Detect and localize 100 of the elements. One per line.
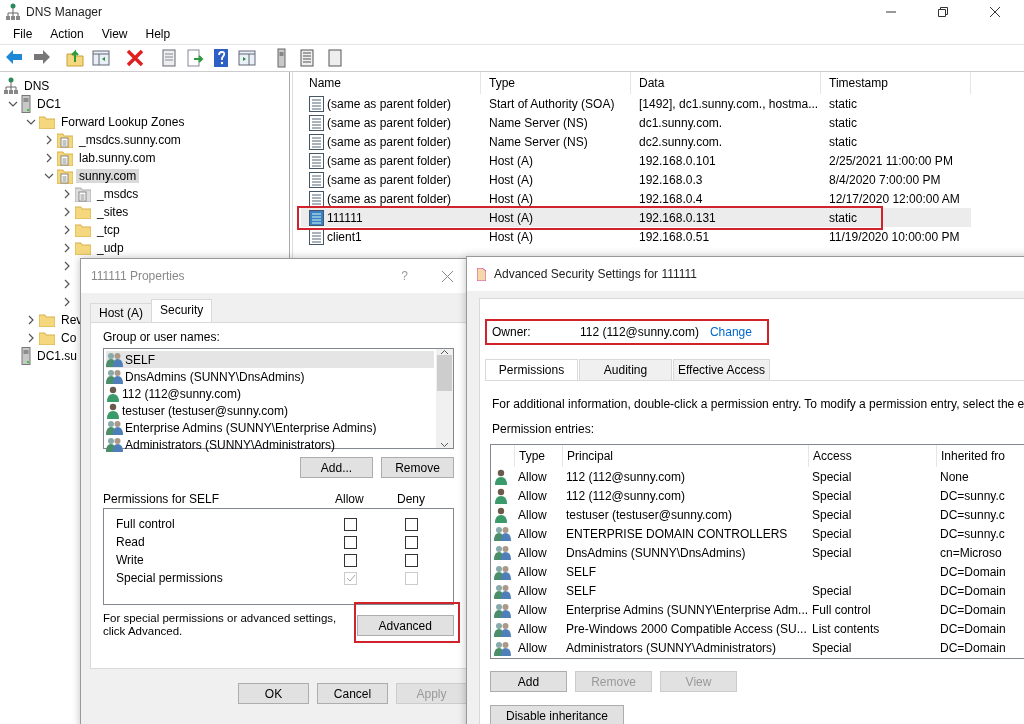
record-name[interactable]: (same as parent folder) — [327, 115, 452, 130]
table-cell-text: static — [828, 133, 858, 151]
table-cell-text: dc2.sunny.com. — [638, 133, 724, 151]
principal-item[interactable]: 112 (112@sunny.com) — [122, 386, 241, 401]
delete-icon[interactable] — [125, 48, 145, 68]
dialog-tab[interactable]: Host (A) — [90, 303, 152, 322]
add-button[interactable]: Add... — [300, 457, 373, 478]
expand-chevron-icon[interactable] — [62, 225, 72, 235]
tree-item[interactable]: _msdcs.sunny.com — [76, 133, 184, 147]
panel-icon[interactable] — [91, 48, 111, 68]
table-cell-text: DC=sunny.c — [939, 525, 1006, 543]
column-header[interactable]: Type — [514, 445, 562, 467]
expand-chevron-icon[interactable] — [62, 243, 72, 253]
column-header[interactable]: Data — [631, 72, 821, 94]
menu-item[interactable]: Help — [136, 27, 180, 41]
advanced-note: For special permissions or advanced settings, click Advanced. — [103, 612, 338, 638]
principal-item[interactable]: SELF — [125, 352, 155, 367]
principal-item[interactable]: testuser (testuser@sunny.com) — [122, 403, 288, 418]
scroll-down-icon[interactable] — [440, 442, 449, 448]
permission-name: Full control — [116, 517, 176, 531]
column-header[interactable]: Principal — [562, 445, 808, 467]
principal-item[interactable]: DnsAdmins (SUNNY\DnsAdmins) — [125, 369, 305, 384]
tree-item[interactable]: _tcp — [94, 223, 123, 237]
column-header[interactable]: Timestamp — [821, 72, 971, 94]
record-name[interactable]: client1 — [327, 229, 362, 244]
allow-checkbox[interactable] — [344, 517, 357, 531]
ok-button[interactable]: OK — [238, 683, 309, 704]
scroll-up-icon[interactable] — [440, 349, 449, 355]
cancel-button[interactable]: Cancel — [317, 683, 388, 704]
table-cell-text: SELF — [565, 583, 597, 601]
add-button[interactable]: Add — [490, 671, 567, 692]
column-header: Deny — [397, 492, 426, 506]
principal-item[interactable]: Administrators (SUNNY\Administrators) — [125, 437, 336, 452]
dialog-tab[interactable]: Auditing — [579, 359, 672, 380]
tree-item[interactable]: Forward Lookup Zones — [58, 115, 188, 129]
scrollbar[interactable] — [436, 349, 453, 448]
dialog-tab[interactable]: Effective Access — [673, 359, 770, 380]
table-cell-text: SELF — [565, 564, 597, 582]
list-icon[interactable] — [297, 48, 317, 68]
folder-icon — [75, 205, 91, 219]
collapse-chevron-icon[interactable] — [26, 117, 36, 127]
table-cell-text: Pre-Windows 2000 Compatible Access (SU... — [565, 621, 808, 639]
expand-chevron-icon[interactable] — [44, 135, 54, 145]
deny-checkbox[interactable] — [405, 553, 418, 567]
record-name[interactable]: (same as parent folder) — [327, 172, 452, 187]
collapse-chevron-icon[interactable] — [8, 99, 18, 109]
tree-item[interactable]: _msdcs — [94, 187, 142, 201]
tree-item[interactable]: Co — [58, 331, 80, 345]
record-name[interactable]: (same as parent folder) — [327, 153, 452, 168]
table-cell-text: DC=sunny.c — [939, 506, 1006, 524]
advanced-button[interactable]: Advanced — [356, 615, 454, 636]
column-header[interactable]: Inherited fro — [936, 445, 1024, 467]
tree-item[interactable]: DC1 — [34, 97, 64, 111]
help-icon[interactable] — [211, 48, 231, 68]
expand-chevron-icon[interactable] — [26, 333, 36, 343]
allow-checkbox[interactable] — [344, 535, 357, 549]
tree-item[interactable]: _sites — [94, 205, 132, 219]
table-cell-text: DC=Domain — [939, 640, 1007, 658]
folder-up-icon[interactable] — [65, 48, 85, 68]
tree-item[interactable]: lab.sunny.com — [76, 151, 159, 165]
expand-chevron-icon[interactable] — [26, 315, 36, 325]
record-name[interactable]: (same as parent folder) — [327, 96, 452, 111]
column-header[interactable]: Access — [808, 445, 936, 467]
tree-item[interactable]: DC1.su — [34, 349, 80, 363]
deny-checkbox[interactable] — [405, 535, 418, 549]
export-icon[interactable] — [185, 48, 205, 68]
disable-inheritance-button[interactable]: Disable inheritance — [490, 705, 624, 724]
table-cell-text: 11/19/2020 10:00:00 PM — [828, 228, 961, 246]
principal-item[interactable]: Enterprise Admins (SUNNY\Enterprise Admins) — [125, 420, 377, 435]
column-header[interactable]: Type — [481, 72, 631, 94]
menu-item[interactable]: Action — [41, 27, 93, 41]
expand-chevron-icon[interactable] — [62, 189, 72, 199]
dialog-tab[interactable]: Permissions — [485, 359, 578, 380]
table-cell-text: Special — [811, 525, 853, 543]
expand-chevron-icon[interactable] — [62, 297, 72, 307]
expand-chevron-icon[interactable] — [44, 153, 54, 163]
tree-item[interactable]: _udp — [94, 241, 127, 255]
menu-item[interactable]: File — [4, 27, 42, 41]
dialog-tab[interactable]: Security — [151, 299, 213, 322]
table-cell-text: 112 (112@sunny.com) — [565, 468, 686, 486]
expand-chevron-icon[interactable] — [62, 279, 72, 289]
deny-checkbox[interactable] — [405, 517, 418, 531]
table-cell: Host (A) — [481, 208, 631, 227]
column-header[interactable]: Name — [301, 72, 481, 94]
record-name[interactable]: (same as parent folder) — [327, 191, 452, 206]
allow-checkbox[interactable] — [344, 553, 357, 567]
change-link[interactable]: Change — [709, 325, 752, 339]
expand-chevron-icon[interactable] — [62, 261, 72, 271]
remove-button[interactable]: Remove — [381, 457, 454, 478]
record-name[interactable]: (same as parent folder) — [327, 134, 452, 149]
menu-item[interactable]: View — [92, 27, 137, 41]
group-icon — [106, 369, 123, 384]
tree-item[interactable]: DNS — [21, 79, 53, 93]
action-pane-icon[interactable] — [237, 48, 257, 68]
record-name[interactable]: 111111 — [327, 210, 363, 225]
collapse-chevron-icon[interactable] — [44, 171, 54, 181]
table-cell-text: static — [828, 114, 858, 132]
tree-item[interactable]: sunny.com — [76, 169, 140, 183]
expand-chevron-icon[interactable] — [62, 207, 72, 217]
table-cell-text: DC=Domain — [939, 564, 1007, 582]
